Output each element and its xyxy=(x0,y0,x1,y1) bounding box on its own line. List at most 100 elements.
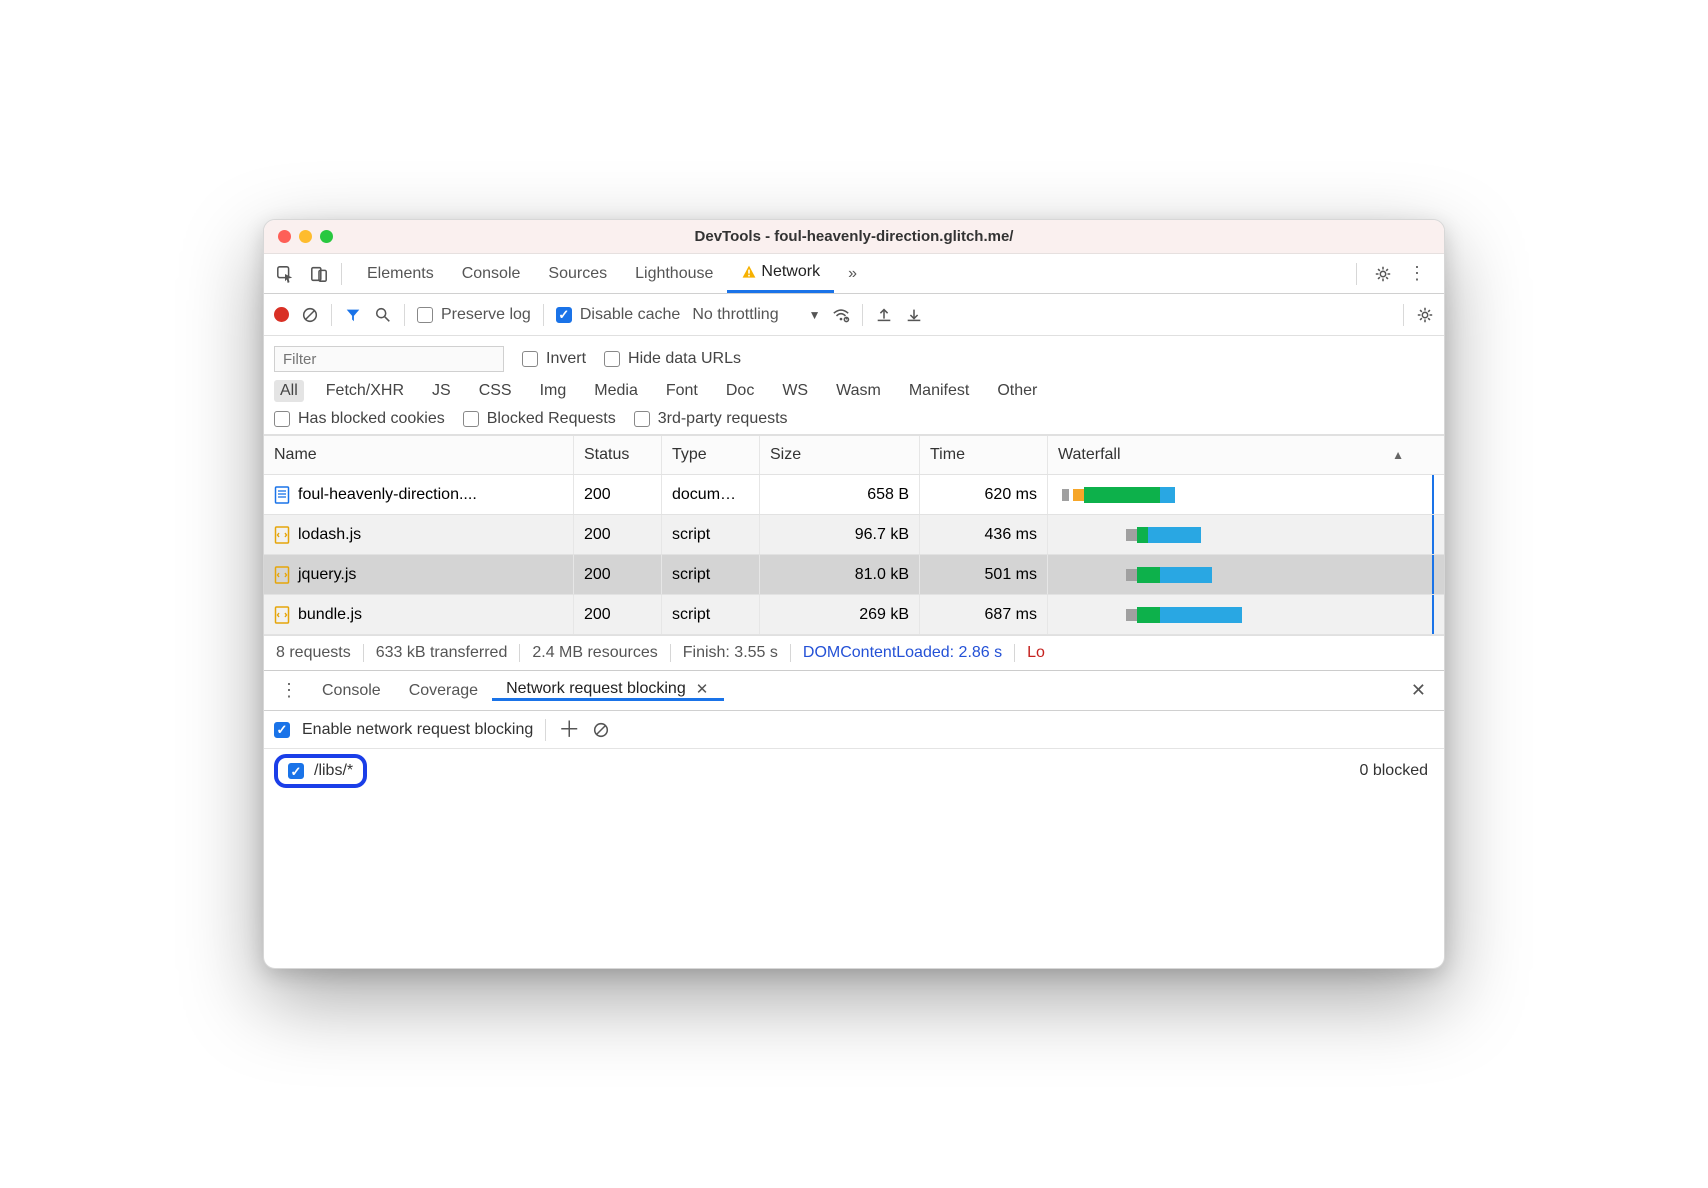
throttling-value: No throttling xyxy=(692,306,778,324)
col-type[interactable]: Type xyxy=(662,436,760,474)
export-har-icon[interactable] xyxy=(905,306,923,324)
disable-cache-label: Disable cache xyxy=(580,306,681,324)
sort-asc-icon: ▲ xyxy=(1392,448,1404,462)
blocking-toolbar: Enable network request blocking ＋ xyxy=(264,711,1444,749)
preserve-log-label: Preserve log xyxy=(441,306,531,324)
tab-network-label: Network xyxy=(761,263,820,281)
devtools-window: DevTools - foul-heavenly-direction.glitc… xyxy=(263,219,1445,969)
table-row[interactable]: bundle.js 200 script 269 kB 687 ms xyxy=(264,595,1444,635)
throttling-selector[interactable]: No throttling ▼ xyxy=(692,306,820,324)
hide-data-urls-toggle[interactable]: Hide data URLs xyxy=(604,350,741,368)
tab-network[interactable]: Network xyxy=(727,254,834,293)
drawer-tab-network-request-blocking[interactable]: Network request blocking ✕ xyxy=(492,680,724,701)
table-row[interactable]: foul-heavenly-direction.... 200 docum… 6… xyxy=(264,475,1444,515)
col-size[interactable]: Size xyxy=(760,436,920,474)
table-row[interactable]: lodash.js 200 script 96.7 kB 436 ms xyxy=(264,515,1444,555)
script-file-icon xyxy=(274,566,290,584)
filter-type-font[interactable]: Font xyxy=(660,380,704,402)
filter-funnel-icon[interactable] xyxy=(344,306,362,324)
col-time[interactable]: Time xyxy=(920,436,1048,474)
filter-bar: Invert Hide data URLs All Fetch/XHR JS C… xyxy=(264,336,1444,435)
network-settings-gear-icon[interactable] xyxy=(1416,306,1434,324)
blocking-pattern-highlight: /libs/* xyxy=(274,754,367,788)
filter-type-all[interactable]: All xyxy=(274,380,304,402)
script-file-icon xyxy=(274,606,290,624)
filter-type-other[interactable]: Other xyxy=(991,380,1043,402)
more-menu-icon[interactable]: ⋮ xyxy=(1406,263,1428,284)
disable-cache-checkbox[interactable] xyxy=(556,307,572,323)
chevron-down-icon: ▼ xyxy=(809,308,821,322)
drawer-tabstrip: ⋮ Console Coverage Network request block… xyxy=(264,671,1444,711)
device-toggle-icon[interactable] xyxy=(310,265,328,283)
filter-type-media[interactable]: Media xyxy=(588,380,644,402)
third-party-toggle[interactable]: 3rd-party requests xyxy=(634,410,788,428)
settings-gear-icon[interactable] xyxy=(1374,265,1392,283)
disable-cache-toggle[interactable]: Disable cache xyxy=(556,306,681,324)
network-toolbar: Preserve log Disable cache No throttling… xyxy=(264,294,1444,336)
summary-bar: 8 requests 633 kB transferred 2.4 MB res… xyxy=(264,635,1444,671)
filter-type-doc[interactable]: Doc xyxy=(720,380,760,402)
drawer-more-icon[interactable]: ⋮ xyxy=(270,680,308,701)
tab-lighthouse[interactable]: Lighthouse xyxy=(621,254,727,293)
tab-console[interactable]: Console xyxy=(448,254,535,293)
invert-toggle[interactable]: Invert xyxy=(522,350,586,368)
filter-type-css[interactable]: CSS xyxy=(473,380,518,402)
col-waterfall[interactable]: Waterfall ▲ xyxy=(1048,436,1444,474)
summary-domcontentloaded: DOMContentLoaded: 2.86 s xyxy=(791,644,1015,662)
filter-type-manifest[interactable]: Manifest xyxy=(903,380,975,402)
clear-icon[interactable] xyxy=(301,306,319,324)
filter-type-js[interactable]: JS xyxy=(426,380,457,402)
drawer-tab-console[interactable]: Console xyxy=(308,682,395,700)
enable-blocking-label: Enable network request blocking xyxy=(302,721,533,739)
col-status[interactable]: Status xyxy=(574,436,662,474)
table-row[interactable]: jquery.js 200 script 81.0 kB 501 ms xyxy=(264,555,1444,595)
record-button[interactable] xyxy=(274,307,289,322)
col-name[interactable]: Name xyxy=(264,436,574,474)
inspect-icon[interactable] xyxy=(276,265,294,283)
close-tab-icon[interactable]: ✕ xyxy=(694,680,711,698)
drawer-close-icon[interactable]: ✕ xyxy=(1399,680,1438,701)
main-tabstrip: Elements Console Sources Lighthouse Netw… xyxy=(264,254,1444,294)
summary-finish: Finish: 3.55 s xyxy=(671,644,791,662)
enable-blocking-checkbox[interactable] xyxy=(274,722,290,738)
table-header: Name Status Type Size Time Waterfall ▲ xyxy=(264,435,1444,475)
drawer-tab-coverage[interactable]: Coverage xyxy=(395,682,492,700)
import-har-icon[interactable] xyxy=(875,306,893,324)
tab-elements[interactable]: Elements xyxy=(353,254,448,293)
blocked-requests-toggle[interactable]: Blocked Requests xyxy=(463,410,616,428)
warning-icon xyxy=(741,264,757,280)
pattern-blocked-count: 0 blocked xyxy=(1360,762,1435,780)
pattern-enabled-checkbox[interactable] xyxy=(288,763,304,779)
close-window-button[interactable] xyxy=(278,230,291,243)
has-blocked-cookies-toggle[interactable]: Has blocked cookies xyxy=(274,410,445,428)
titlebar: DevTools - foul-heavenly-direction.glitc… xyxy=(264,220,1444,254)
clear-patterns-icon[interactable] xyxy=(592,721,610,739)
filter-type-fetchxhr[interactable]: Fetch/XHR xyxy=(320,380,410,402)
blocking-pattern-row[interactable]: /libs/* 0 blocked xyxy=(264,749,1444,793)
filter-type-wasm[interactable]: Wasm xyxy=(830,380,887,402)
window-title: DevTools - foul-heavenly-direction.glitc… xyxy=(264,228,1444,245)
script-file-icon xyxy=(274,526,290,544)
window-controls xyxy=(278,230,333,243)
network-conditions-icon[interactable] xyxy=(832,306,850,324)
filter-type-img[interactable]: Img xyxy=(534,380,573,402)
preserve-log-toggle[interactable]: Preserve log xyxy=(417,306,531,324)
summary-transferred: 633 kB transferred xyxy=(364,644,521,662)
waterfall-cell xyxy=(1048,595,1444,634)
filter-input[interactable] xyxy=(274,346,504,372)
summary-load: Lo xyxy=(1015,644,1057,662)
tab-sources[interactable]: Sources xyxy=(534,254,621,293)
search-icon[interactable] xyxy=(374,306,392,324)
waterfall-cell xyxy=(1048,515,1444,554)
summary-resources: 2.4 MB resources xyxy=(520,644,670,662)
waterfall-cell xyxy=(1048,475,1444,514)
network-table: Name Status Type Size Time Waterfall ▲ f… xyxy=(264,435,1444,635)
minimize-window-button[interactable] xyxy=(299,230,312,243)
maximize-window-button[interactable] xyxy=(320,230,333,243)
summary-requests: 8 requests xyxy=(274,644,364,662)
preserve-log-checkbox[interactable] xyxy=(417,307,433,323)
more-tabs-chevron-icon[interactable]: » xyxy=(838,265,867,283)
waterfall-cell xyxy=(1048,555,1444,594)
filter-type-ws[interactable]: WS xyxy=(776,380,814,402)
add-pattern-icon[interactable]: ＋ xyxy=(558,719,580,741)
